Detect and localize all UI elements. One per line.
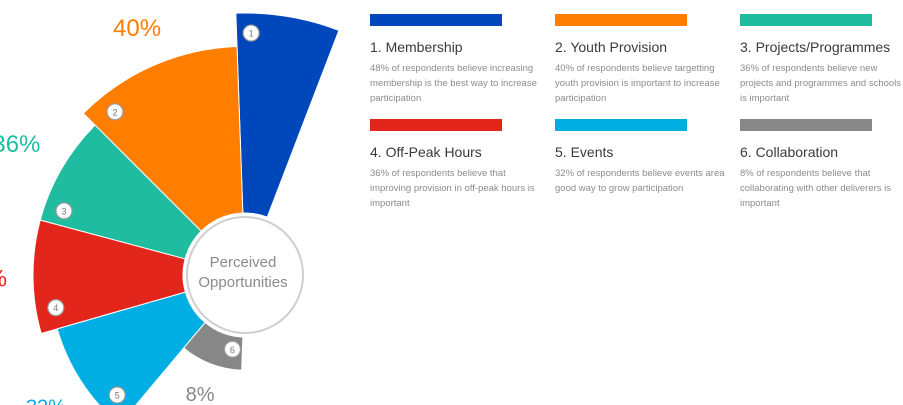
sector-number-marker: 1 — [242, 24, 260, 42]
legend-swatch — [740, 119, 872, 131]
polar-bar-chart: Perceived Opportunities 1 2 3 4 5 6 48% 40% 36%… — [0, 0, 340, 405]
legend-title: 1. Membership — [370, 39, 463, 55]
legend-item-collaboration: 6. Collaboration 8% of respondents belie… — [740, 119, 900, 214]
legend-item-youth-provision: 2. Youth Provision 40% of respondents be… — [555, 14, 740, 109]
legend-description: 40% of respondents believe targetting yo… — [555, 63, 720, 104]
legend-description: 36% of respondents believe that improvin… — [370, 168, 535, 209]
legend-title: 4. Off-Peak Hours — [370, 144, 482, 160]
value-label: 36% — [0, 131, 40, 158]
legend-item-off-peak-hours: 4. Off-Peak Hours 36% of respondents bel… — [370, 119, 555, 214]
marker-number: 5 — [115, 391, 120, 401]
sector-membership — [235, 12, 340, 218]
value-label: 40% — [113, 15, 161, 42]
center-label-line-1: Perceived — [210, 254, 277, 271]
value-label: 8% — [186, 384, 215, 405]
marker-number: 1 — [249, 29, 254, 39]
legend-item-membership: 1. Membership 48% of respondents believe… — [370, 14, 555, 109]
legend-swatch — [370, 14, 502, 26]
marker-number: 2 — [112, 107, 117, 117]
sector-number-marker: 5 — [108, 386, 126, 404]
legend-description: 36% of respondents believe new projects … — [740, 63, 902, 104]
legend-item-projects-programmes: 3. Projects/Programmes 36% of respondent… — [740, 14, 902, 109]
sector-number-marker: 4 — [47, 299, 65, 317]
legend-description: 32% of respondents believe events area g… — [555, 168, 725, 194]
sector-number-marker: 3 — [55, 202, 73, 220]
marker-number: 6 — [230, 345, 235, 355]
legend-description: 48% of respondents believe increasing me… — [370, 63, 537, 104]
sector-number-marker: 2 — [106, 103, 124, 121]
legend-description: 8% of respondents believe that collabora… — [740, 168, 892, 209]
legend-item-events: 5. Events 32% of respondents believe eve… — [555, 119, 740, 214]
legend-title: 3. Projects/Programmes — [740, 39, 891, 55]
value-label: 36% — [0, 265, 7, 292]
legend-swatch — [555, 119, 687, 131]
marker-number: 4 — [53, 303, 58, 313]
legend-swatch — [370, 119, 502, 131]
legend-title: 5. Events — [555, 144, 614, 160]
center-label-line-2: Opportunities — [198, 274, 287, 291]
legend-title: 6. Collaboration — [740, 144, 839, 160]
value-label: 32% — [26, 396, 66, 405]
legend-swatch — [555, 14, 687, 26]
legend-title: 2. Youth Provision — [555, 39, 668, 55]
sector-number-marker: 6 — [223, 340, 242, 358]
legend-swatch — [740, 14, 872, 26]
value-label: 48% — [267, 0, 319, 4]
legend: 1. Membership 48% of respondents believe… — [370, 14, 901, 214]
marker-number: 3 — [62, 206, 67, 216]
